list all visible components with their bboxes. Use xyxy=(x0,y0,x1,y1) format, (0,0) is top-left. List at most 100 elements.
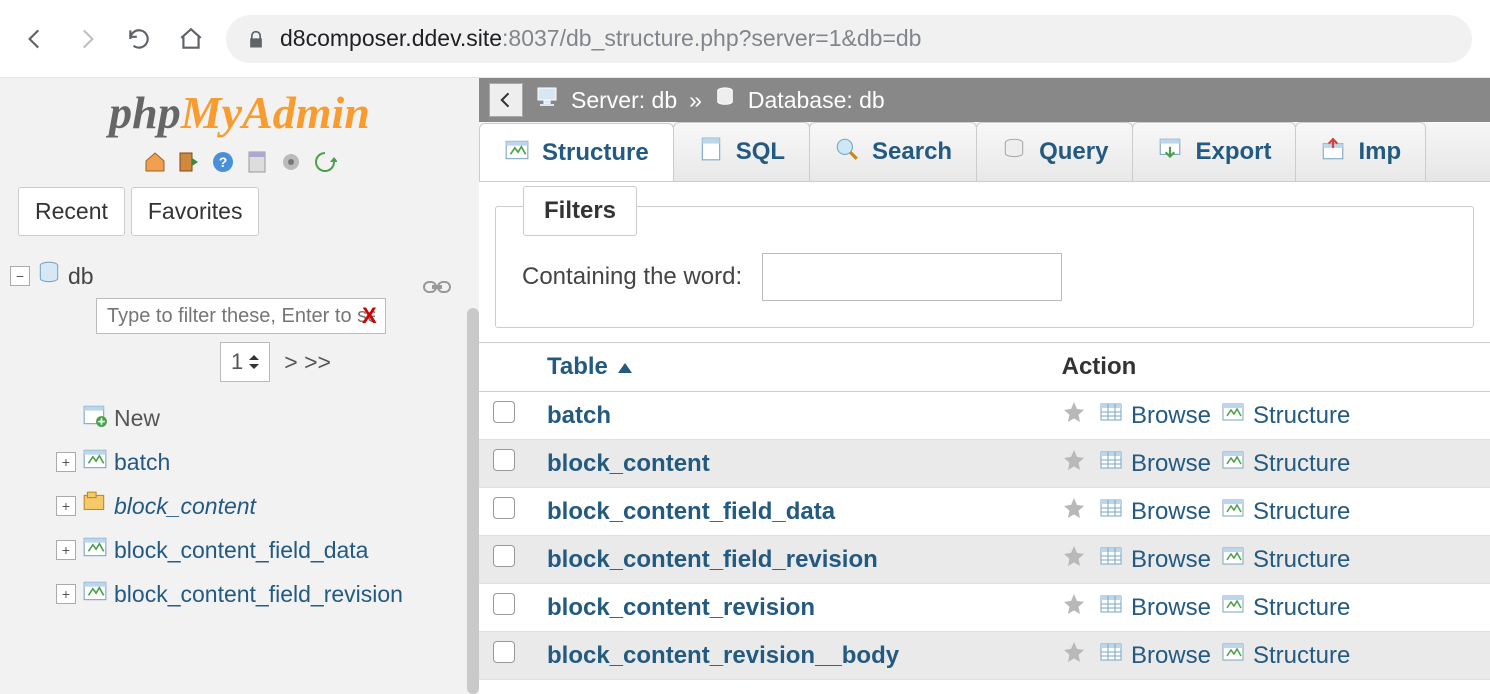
row-checkbox[interactable] xyxy=(493,545,515,567)
filters-legend: Filters xyxy=(523,186,637,236)
clear-filter-icon[interactable]: X xyxy=(362,303,377,329)
tree-table-block-content-field-revision[interactable]: block_content_field_revision xyxy=(114,581,403,608)
home-icon[interactable] xyxy=(140,147,170,177)
col-table-header[interactable]: Table xyxy=(533,343,1048,392)
tree-page-select[interactable]: 1 xyxy=(220,342,270,382)
row-checkbox[interactable] xyxy=(493,497,515,519)
table-name-link[interactable]: block_content xyxy=(547,450,710,477)
structure-action[interactable]: Structure xyxy=(1221,544,1350,575)
tree-table-block-content-field-data[interactable]: block_content_field_data xyxy=(114,537,368,564)
query-icon xyxy=(1001,136,1027,169)
breadcrumb-database[interactable]: Database: db xyxy=(748,87,885,114)
favorite-star-icon[interactable] xyxy=(1062,451,1086,478)
browse-action[interactable]: Browse xyxy=(1099,544,1211,575)
table-name-link[interactable]: block_content_revision__body xyxy=(547,642,899,669)
favorite-star-icon[interactable] xyxy=(1062,595,1086,622)
tab-label: SQL xyxy=(736,138,785,166)
favorite-star-icon[interactable] xyxy=(1062,547,1086,574)
favorite-star-icon[interactable] xyxy=(1062,499,1086,526)
row-checkbox[interactable] xyxy=(493,401,515,423)
lock-icon xyxy=(246,25,266,52)
row-checkbox[interactable] xyxy=(493,449,515,471)
tab-label: Search xyxy=(872,138,952,166)
structure-action[interactable]: Structure xyxy=(1221,400,1350,431)
svg-text:?: ? xyxy=(218,154,227,170)
tab-sql[interactable]: SQL xyxy=(673,122,810,181)
table-row: block_content_field_revision Browse Struc… xyxy=(479,536,1490,584)
tree-expand-button[interactable]: + xyxy=(56,584,76,604)
logo[interactable]: phpMyAdmin xyxy=(0,78,479,145)
nav-forward-button[interactable] xyxy=(70,22,104,56)
col-action-header: Action xyxy=(1048,343,1490,392)
structure-icon xyxy=(1221,496,1245,527)
tab-query[interactable]: Query xyxy=(976,122,1133,181)
structure-action[interactable]: Structure xyxy=(1221,592,1350,623)
table-name-link[interactable]: block_content_field_revision xyxy=(547,546,878,573)
structure-action[interactable]: Structure xyxy=(1221,448,1350,479)
link-icon[interactable] xyxy=(423,278,451,299)
browse-action[interactable]: Browse xyxy=(1099,592,1211,623)
import-icon xyxy=(1320,136,1346,169)
browse-action[interactable]: Browse xyxy=(1099,496,1211,527)
new-table-link[interactable]: New xyxy=(114,405,160,432)
row-checkbox[interactable] xyxy=(493,593,515,615)
structure-action[interactable]: Structure xyxy=(1221,496,1350,527)
table-name-link[interactable]: batch xyxy=(547,402,611,429)
database-icon xyxy=(714,86,736,114)
sql-icon xyxy=(698,136,724,169)
sidebar: phpMyAdmin ? Recent Favorites − db X xyxy=(0,78,479,694)
structure-icon xyxy=(1221,448,1245,479)
structure-icon xyxy=(1221,544,1245,575)
search-icon xyxy=(834,136,860,169)
structure-icon xyxy=(504,137,530,170)
database-icon xyxy=(36,260,62,292)
row-checkbox[interactable] xyxy=(493,641,515,663)
tab-export[interactable]: Export xyxy=(1132,122,1296,181)
tab-structure[interactable]: Structure xyxy=(479,123,674,182)
favorite-star-icon[interactable] xyxy=(1062,643,1086,670)
favorites-button[interactable]: Favorites xyxy=(131,187,260,236)
tree-table-block-content[interactable]: block_content xyxy=(114,493,256,520)
sidebar-quick-icons: ? xyxy=(0,145,479,187)
reload-icon[interactable] xyxy=(310,147,340,177)
logout-icon[interactable] xyxy=(174,147,204,177)
tab-import[interactable]: Imp xyxy=(1295,122,1426,181)
sql-icon[interactable] xyxy=(242,147,272,177)
tree-page-next[interactable]: > >> xyxy=(284,349,331,376)
table-row: block_content_revision__body Browse Struc… xyxy=(479,632,1490,680)
browse-icon xyxy=(1099,640,1123,671)
browse-action[interactable]: Browse xyxy=(1099,400,1211,431)
tab-label: Imp xyxy=(1358,138,1401,166)
db-node-label[interactable]: db xyxy=(68,263,94,290)
favorite-star-icon[interactable] xyxy=(1062,403,1086,430)
help-icon[interactable]: ? xyxy=(208,147,238,177)
filters-fieldset: Filters Containing the word: xyxy=(495,206,1474,328)
export-icon xyxy=(1157,136,1183,169)
breadcrumb-server[interactable]: Server: db xyxy=(571,87,677,114)
nav-back-button[interactable] xyxy=(18,22,52,56)
tab-search[interactable]: Search xyxy=(809,122,977,181)
tree-expand-button[interactable]: + xyxy=(56,496,76,516)
browse-action[interactable]: Browse xyxy=(1099,640,1211,671)
nav-reload-button[interactable] xyxy=(122,22,156,56)
browse-action[interactable]: Browse xyxy=(1099,448,1211,479)
filter-word-input[interactable] xyxy=(762,253,1062,301)
structure-action[interactable]: Structure xyxy=(1221,640,1350,671)
table-name-link[interactable]: block_content_revision xyxy=(547,594,815,621)
nav-home-button[interactable] xyxy=(174,22,208,56)
collapse-nav-button[interactable] xyxy=(489,83,523,117)
tree-collapse-button[interactable]: − xyxy=(10,266,30,286)
table-row: block_content Browse Structure xyxy=(479,440,1490,488)
structure-icon xyxy=(1221,640,1245,671)
tree-filter-input[interactable] xyxy=(96,298,386,334)
recent-button[interactable]: Recent xyxy=(18,187,125,236)
new-table-icon xyxy=(82,402,108,434)
browser-toolbar: d8composer.ddev.site:8037/db_structure.p… xyxy=(0,0,1490,78)
tree-expand-button[interactable]: + xyxy=(56,540,76,560)
sidebar-scrollbar[interactable] xyxy=(467,308,479,694)
tree-expand-button[interactable]: + xyxy=(56,452,76,472)
gear-icon[interactable] xyxy=(276,147,306,177)
table-name-link[interactable]: block_content_field_data xyxy=(547,498,835,525)
tree-table-batch[interactable]: batch xyxy=(114,449,170,476)
address-bar[interactable]: d8composer.ddev.site:8037/db_structure.p… xyxy=(226,15,1472,63)
